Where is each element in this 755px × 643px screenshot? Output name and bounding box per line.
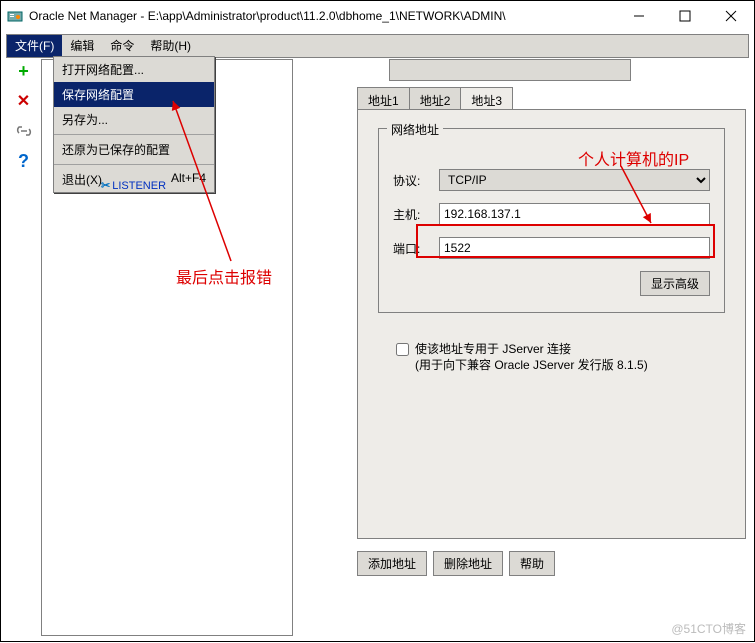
menu-command[interactable]: 命令 — [102, 35, 142, 57]
menu-file[interactable]: 文件(F) — [7, 35, 62, 57]
menu-save-network[interactable]: 保存网络配置 — [54, 82, 214, 107]
jserver-checkbox[interactable] — [396, 343, 409, 356]
menu-save-as[interactable]: 另存为... — [54, 107, 214, 132]
jserver-note: (用于向下兼容 Oracle JServer 发行版 8.1.5) — [415, 357, 648, 373]
help-button[interactable]: ? — [14, 151, 34, 171]
port-input[interactable] — [439, 237, 710, 259]
host-input[interactable] — [439, 203, 710, 225]
watermark: @51CTO博客 — [671, 620, 746, 637]
group-legend: 网络地址 — [387, 121, 443, 138]
bottom-buttons: 添加地址 删除地址 帮助 — [357, 551, 555, 576]
file-menu: 打开网络配置... 保存网络配置 另存为... 还原为已保存的配置 退出(X) A… — [53, 56, 215, 193]
listener-type-dropdown[interactable] — [389, 59, 631, 81]
close-button[interactable] — [708, 1, 754, 31]
menu-revert[interactable]: 还原为已保存的配置 — [54, 137, 214, 162]
tree-item-listener[interactable]: ✂LISTENER — [101, 179, 166, 192]
menu-help[interactable]: 帮助(H) — [142, 35, 199, 57]
menu-saveas-label: 另存为... — [62, 111, 108, 128]
network-address-group: 网络地址 协议: TCP/IP 主机: 端口: 显示高级 — [378, 128, 725, 313]
delete-address-button[interactable]: 删除地址 — [433, 551, 503, 576]
jserver-row: 使该地址专用于 JServer 连接 (用于向下兼容 Oracle JServe… — [378, 341, 725, 373]
toolbar: + ✕ ? — [11, 61, 36, 171]
menu-exit-label: 退出(X) — [62, 171, 102, 188]
add-button[interactable]: + — [14, 61, 34, 81]
host-label: 主机: — [393, 206, 439, 223]
protocol-label: 协议: — [393, 172, 439, 189]
link-button[interactable] — [14, 121, 34, 141]
address-panel: 网络地址 协议: TCP/IP 主机: 端口: 显示高级 — [357, 109, 746, 539]
right-pane: 地址1 地址2 地址3 网络地址 协议: TCP/IP 主机: 端口: — [297, 59, 746, 633]
scissors-icon: ✂ — [101, 180, 110, 192]
menu-revert-label: 还原为已保存的配置 — [62, 141, 170, 158]
menu-open-network[interactable]: 打开网络配置... — [54, 57, 214, 82]
maximize-button[interactable] — [662, 1, 708, 31]
menu-edit[interactable]: 编辑 — [62, 35, 102, 57]
menu-open-label: 打开网络配置... — [62, 61, 144, 78]
title-bar: Oracle Net Manager - E:\app\Administrato… — [1, 1, 754, 31]
menu-separator — [54, 164, 214, 165]
jserver-label: 使该地址专用于 JServer 连接 — [415, 341, 648, 357]
show-advanced-button[interactable]: 显示高级 — [640, 271, 710, 296]
minimize-button[interactable] — [616, 1, 662, 31]
window-title: Oracle Net Manager - E:\app\Administrato… — [29, 9, 616, 23]
menu-exit-accel: Alt+F4 — [171, 171, 206, 188]
help-address-button[interactable]: 帮助 — [509, 551, 555, 576]
menu-bar: 文件(F) 编辑 命令 帮助(H) — [6, 34, 749, 58]
menu-save-label: 保存网络配置 — [62, 86, 134, 103]
menu-separator — [54, 134, 214, 135]
add-address-button[interactable]: 添加地址 — [357, 551, 427, 576]
delete-button[interactable]: ✕ — [14, 91, 34, 111]
protocol-select[interactable]: TCP/IP — [439, 169, 710, 191]
port-label: 端口: — [393, 240, 439, 257]
tree-item-label: LISTENER — [112, 180, 166, 192]
app-icon — [7, 8, 23, 24]
